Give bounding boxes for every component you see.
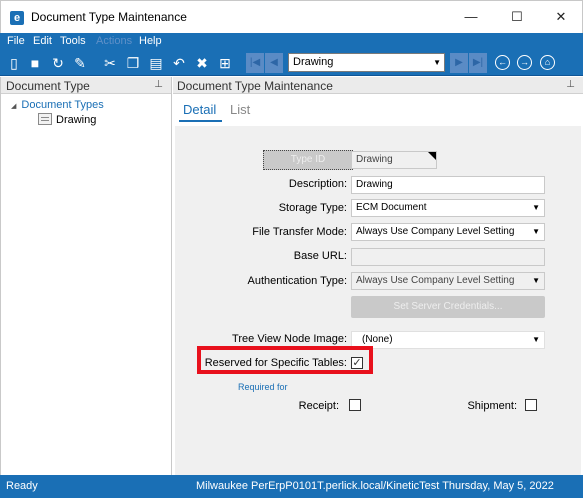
- base-url-label: Base URL:: [293, 250, 347, 262]
- status-info: Milwaukee PerErpP0101T.perlick.local/Kin…: [196, 480, 554, 492]
- menu-help[interactable]: Help: [139, 35, 162, 47]
- menu-bar: File Edit Tools Actions Help: [0, 33, 583, 50]
- status-bar: Ready Milwaukee PerErpP0101T.perlick.loc…: [0, 475, 583, 498]
- right-pane-header: Document Type Maintenance ⊥: [173, 77, 583, 94]
- chevron-down-icon: ▼: [532, 227, 540, 236]
- chevron-down-icon: ▼: [532, 335, 540, 344]
- tree-root-label: Document Types: [21, 99, 104, 111]
- clear-icon[interactable]: ✎: [71, 54, 89, 72]
- tree-node-drawing[interactable]: Drawing: [56, 114, 96, 126]
- pin-icon[interactable]: ⊥: [154, 79, 163, 90]
- tree-node-document-types[interactable]: ◢ Document Types: [11, 99, 104, 111]
- storage-type-label: Storage Type:: [278, 202, 347, 214]
- first-record-icon: |◀: [246, 53, 264, 73]
- type-id-field[interactable]: Drawing: [351, 151, 437, 169]
- reserved-for-specific-tables-label: Reserved for Specific Tables:: [204, 357, 347, 369]
- record-select-value: Drawing: [293, 56, 334, 68]
- authentication-type-select: Always Use Company Level Setting ▼: [351, 272, 545, 290]
- left-pane-header: Document Type ⊥: [1, 77, 171, 94]
- search-icon[interactable]: ⊞: [216, 54, 234, 72]
- file-transfer-mode-value: Always Use Company Level Setting: [356, 226, 515, 237]
- save-icon[interactable]: ■: [26, 54, 44, 72]
- status-ready: Ready: [6, 480, 38, 492]
- set-server-credentials-button: Set Server Credentials...: [351, 296, 545, 318]
- storage-type-value: ECM Document: [356, 202, 427, 213]
- base-url-field: [351, 248, 545, 266]
- tree-view-node-image-select[interactable]: (None) ▼: [351, 331, 545, 349]
- cut-icon[interactable]: ✂: [101, 54, 119, 72]
- toolbar: ▯ ■ ↻ ✎ ✂ ❐ ▤ ↶ ✖ ⊞ |◀ ◀ Drawing ▼ ▶ ▶| …: [0, 50, 583, 76]
- left-pane-title: Document Type: [6, 79, 90, 93]
- storage-type-select[interactable]: ECM Document ▼: [351, 199, 545, 217]
- undo-icon[interactable]: ↶: [170, 54, 188, 72]
- title-bar: e Document Type Maintenance — ☐ ✕: [0, 0, 583, 33]
- last-record-icon: ▶|: [469, 53, 487, 73]
- corner-marker-icon: [428, 152, 436, 160]
- delete-icon[interactable]: ✖: [193, 54, 211, 72]
- app-logo-icon: e: [10, 11, 24, 25]
- tab-detail[interactable]: Detail: [183, 102, 216, 117]
- record-select[interactable]: Drawing ▼: [288, 53, 445, 72]
- right-pane: Document Type Maintenance ⊥ Detail List …: [173, 77, 583, 475]
- document-icon: [38, 113, 52, 125]
- tab-detail-underline: [179, 120, 222, 122]
- type-id-button[interactable]: Type ID: [263, 150, 353, 170]
- menu-file[interactable]: File: [7, 35, 25, 47]
- chevron-down-icon: ▼: [433, 58, 441, 67]
- receipt-label: Receipt:: [298, 400, 339, 412]
- description-field[interactable]: Drawing: [351, 176, 545, 194]
- close-button[interactable]: ✕: [538, 1, 583, 33]
- tab-list[interactable]: List: [230, 102, 250, 117]
- description-label: Description:: [288, 178, 347, 190]
- menu-edit[interactable]: Edit: [33, 35, 52, 47]
- authentication-type-value: Always Use Company Level Setting: [356, 275, 515, 286]
- menu-tools[interactable]: Tools: [60, 35, 86, 47]
- detail-form: Type ID Drawing Description: Drawing Sto…: [175, 126, 581, 475]
- file-transfer-mode-label: File Transfer Mode:: [252, 226, 347, 238]
- forward-icon[interactable]: →: [517, 55, 532, 70]
- back-icon[interactable]: ←: [495, 55, 510, 70]
- description-value: Drawing: [356, 179, 393, 190]
- authentication-type-label: Authentication Type:: [247, 275, 347, 287]
- menu-actions: Actions: [96, 35, 133, 47]
- shipment-label: Shipment:: [467, 400, 517, 412]
- receipt-checkbox[interactable]: [349, 399, 361, 411]
- window-title: Document Type Maintenance: [31, 10, 187, 24]
- file-transfer-mode-select[interactable]: Always Use Company Level Setting ▼: [351, 223, 545, 241]
- right-pane-title: Document Type Maintenance: [177, 79, 333, 93]
- tree-view-node-image-value: (None): [362, 334, 393, 345]
- left-pane: Document Type ⊥ ◢ Document Types Drawing: [0, 77, 172, 475]
- new-icon[interactable]: ▯: [5, 54, 23, 72]
- shipment-checkbox[interactable]: [525, 399, 537, 411]
- chevron-down-icon: ▼: [532, 203, 540, 212]
- required-for-label: Required for: [238, 382, 288, 392]
- tree-view-node-image-label: Tree View Node Image:: [232, 333, 347, 345]
- reserved-for-specific-tables-checkbox[interactable]: ✓: [351, 357, 363, 369]
- maximize-button[interactable]: ☐: [494, 1, 540, 33]
- paste-icon[interactable]: ▤: [147, 54, 165, 72]
- pin-icon[interactable]: ⊥: [566, 79, 575, 90]
- copy-icon[interactable]: ❐: [124, 54, 142, 72]
- expand-triangle-icon[interactable]: ◢: [11, 103, 16, 110]
- type-id-value: Drawing: [356, 154, 393, 165]
- chevron-down-icon: ▼: [532, 276, 540, 285]
- previous-record-icon: ◀: [265, 53, 283, 73]
- next-record-icon: ▶: [450, 53, 468, 73]
- home-icon[interactable]: ⌂: [540, 55, 555, 70]
- refresh-icon[interactable]: ↻: [49, 54, 67, 72]
- minimize-button[interactable]: —: [448, 1, 494, 33]
